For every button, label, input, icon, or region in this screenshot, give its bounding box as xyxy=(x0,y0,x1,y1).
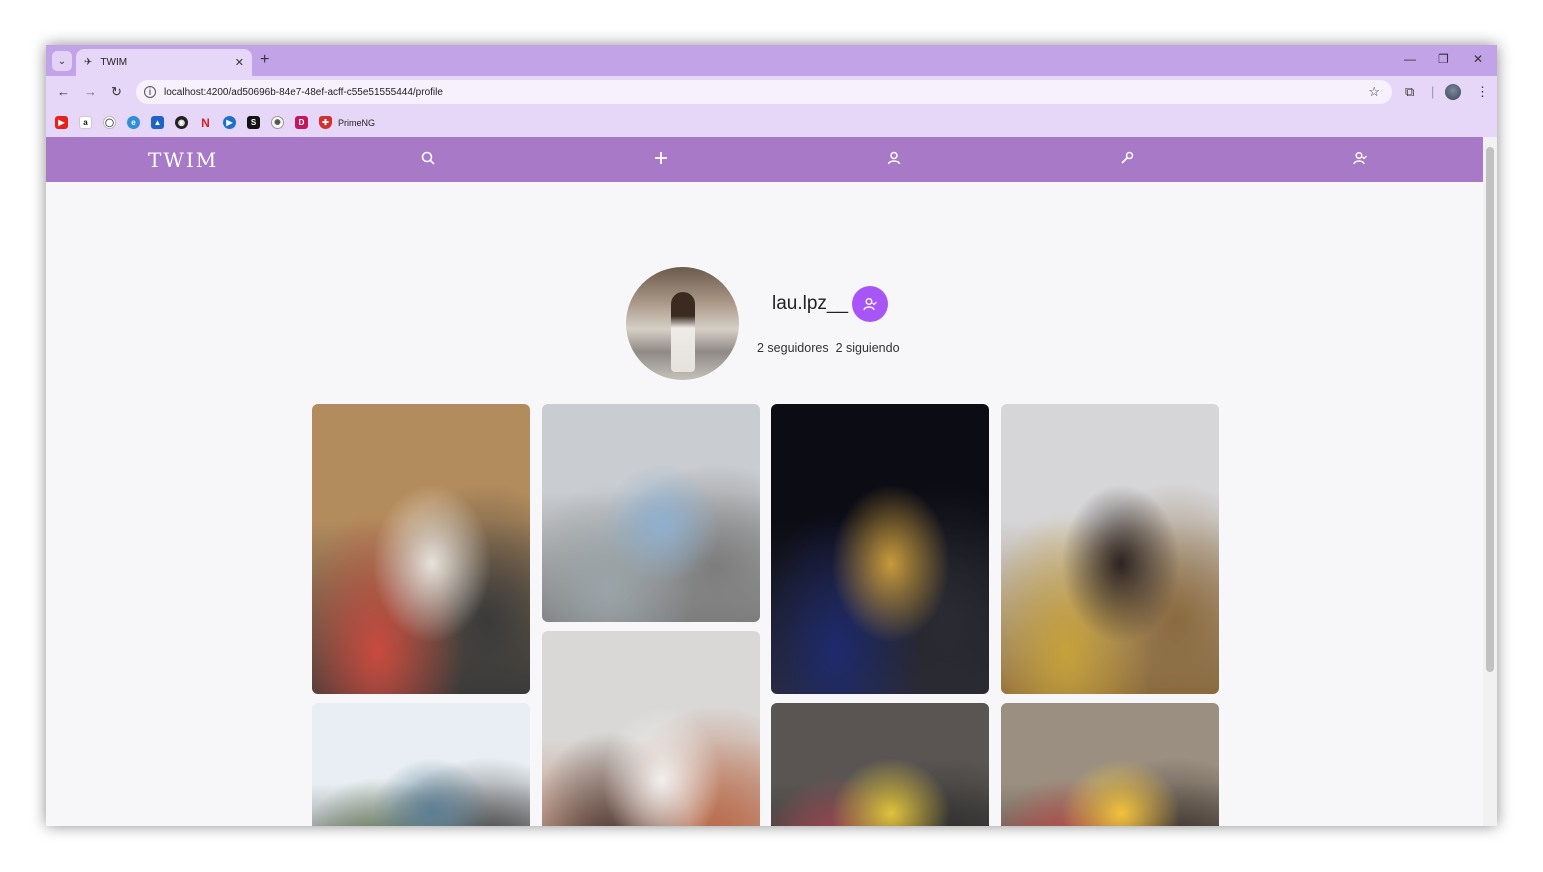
wrench-icon[interactable] xyxy=(1120,151,1134,168)
plus-icon[interactable] xyxy=(654,151,668,168)
airplane-icon: ✈ xyxy=(84,57,93,68)
amazon-icon[interactable]: a xyxy=(79,116,92,129)
menu-kebab-icon[interactable]: ⋮ xyxy=(1476,84,1489,100)
user-check-icon xyxy=(863,298,877,311)
user-icon[interactable] xyxy=(887,151,901,168)
bookmark-star-icon[interactable]: ☆ xyxy=(1368,84,1380,100)
browser-window: ⌄ ✈ TWIM ✕ + — ❐ ✕ ← → ↻ i localhost:420… xyxy=(46,45,1497,826)
photo-tulips[interactable] xyxy=(771,703,989,826)
address-bar[interactable]: i localhost:4200/ad50696b-84e7-48ef-acff… xyxy=(136,80,1392,104)
netflix-icon[interactable]: N xyxy=(199,116,212,130)
extensions-icon[interactable]: ⧉ xyxy=(1405,84,1414,100)
bookmarks-bar: ▶ a ◯ e ▲ ◉ N ▶ S ✺ D ✚ PrimeNG xyxy=(46,108,1497,137)
reload-icon[interactable]: ↻ xyxy=(111,84,122,100)
photo-airport[interactable] xyxy=(312,404,530,694)
shield-icon[interactable]: ✚ xyxy=(319,116,332,129)
forward-icon[interactable]: → xyxy=(84,84,97,99)
d-icon[interactable]: D xyxy=(295,116,308,129)
toolbar-divider: | xyxy=(1431,84,1435,99)
browser-profile-avatar[interactable] xyxy=(1445,84,1461,100)
page-scrollbar[interactable] xyxy=(1483,137,1497,826)
site-info-icon[interactable]: i xyxy=(144,86,156,98)
browser-toolbar: ← → ↻ i localhost:4200/ad50696b-84e7-48e… xyxy=(46,76,1497,108)
follow-button[interactable] xyxy=(852,286,888,322)
photo-church[interactable] xyxy=(542,404,760,622)
profile-stats: 2 seguidores 2 siguiendo xyxy=(757,341,900,355)
close-tab-icon[interactable]: ✕ xyxy=(235,56,244,69)
photo-museum-sunflowers[interactable] xyxy=(1001,404,1219,694)
app-brand[interactable]: TWIM xyxy=(148,148,218,172)
minimize-icon[interactable]: — xyxy=(1404,52,1416,66)
profile-avatar xyxy=(626,267,739,380)
photo-canal-group[interactable] xyxy=(312,703,530,826)
app-navbar: TWIM xyxy=(46,137,1483,182)
tab-title: TWIM xyxy=(100,57,128,68)
globe-icon[interactable]: ◉ xyxy=(175,116,188,129)
url-text: localhost:4200/ad50696b-84e7-48ef-acff-c… xyxy=(164,86,443,98)
restore-icon[interactable]: ❐ xyxy=(1438,52,1449,66)
profile-username: lau.lpz__ xyxy=(772,293,849,314)
s-icon[interactable]: S xyxy=(247,116,260,129)
tab-strip: ⌄ ✈ TWIM ✕ + — ❐ ✕ xyxy=(46,45,1497,76)
new-tab-button[interactable]: + xyxy=(260,51,269,69)
chatgpt-icon[interactable]: ✺ xyxy=(271,116,284,129)
app-viewport: TWIM lau.lpz__ 2 seguidores 2 siguiendo xyxy=(46,137,1483,826)
github-icon[interactable]: ◯ xyxy=(103,116,116,129)
following-count[interactable]: 2 siguiendo xyxy=(836,341,900,355)
photo-costume-friends[interactable] xyxy=(542,631,760,826)
tab-search-button[interactable]: ⌄ xyxy=(52,51,72,71)
bookmark-primeng-label[interactable]: PrimeNG xyxy=(338,118,375,128)
search-icon[interactable] xyxy=(421,151,435,168)
user-check-icon[interactable] xyxy=(1353,151,1367,168)
close-window-icon[interactable]: ✕ xyxy=(1473,52,1483,66)
browser-tab[interactable]: ✈ TWIM ✕ xyxy=(76,49,252,76)
youtube-icon[interactable]: ▶ xyxy=(55,116,68,129)
edge-icon[interactable]: e xyxy=(127,116,140,129)
followers-count[interactable]: 2 seguidores xyxy=(757,341,829,355)
back-icon[interactable]: ← xyxy=(57,84,70,99)
photo-street-friends[interactable] xyxy=(1001,703,1219,826)
photo-ferris-wheel-night[interactable] xyxy=(771,404,989,694)
graduation-cap-icon[interactable]: ▲ xyxy=(151,116,164,129)
play-icon[interactable]: ▶ xyxy=(223,116,236,129)
scrollbar-thumb[interactable] xyxy=(1486,147,1494,672)
